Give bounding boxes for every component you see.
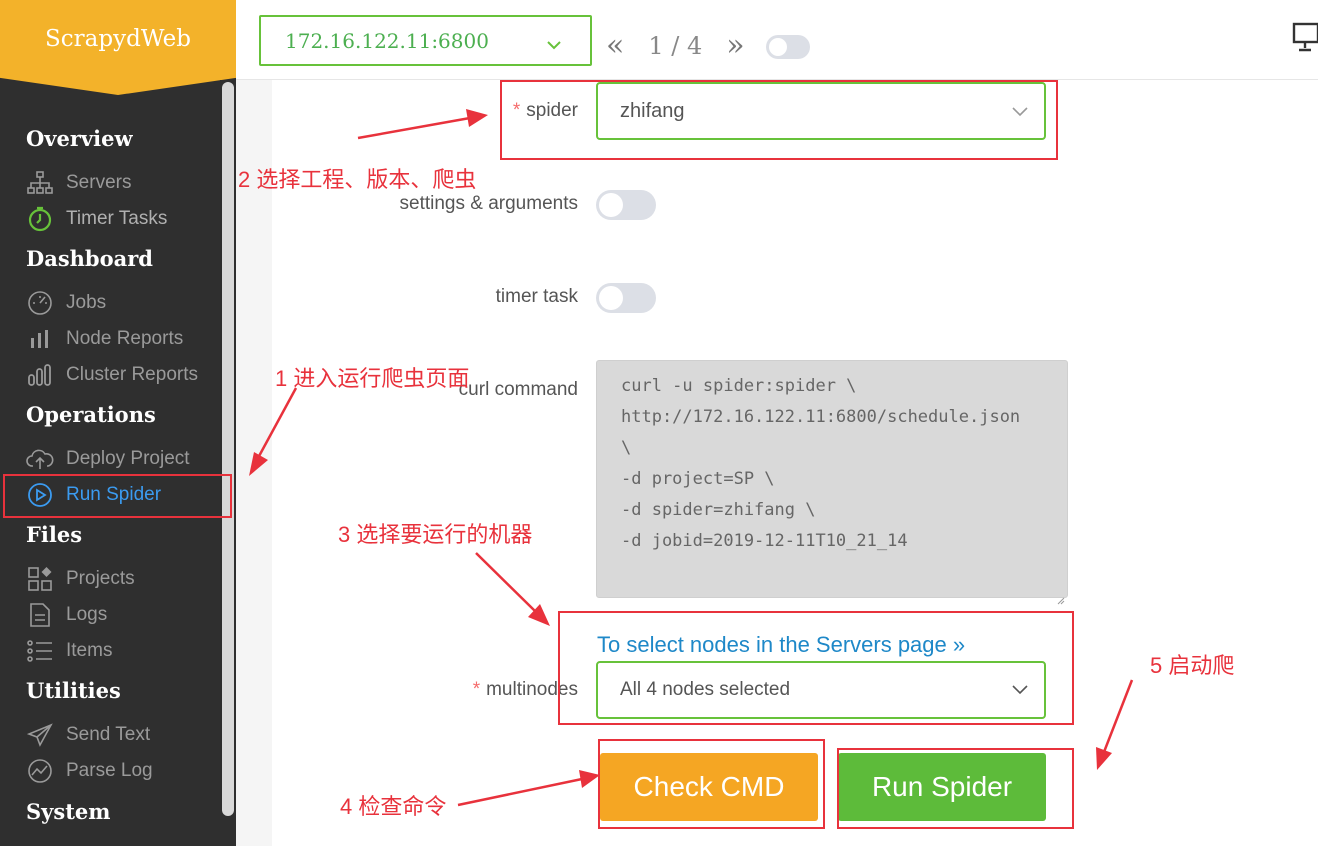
app-title: ScrapydWeb (45, 26, 191, 52)
sidebar-item-label: Cluster Reports (66, 364, 198, 385)
section-dashboard: Dashboard (26, 246, 153, 271)
annotation-step5: 5 启动爬 (1150, 653, 1235, 678)
chart-circle-icon (26, 758, 54, 784)
section-overview: Overview (26, 126, 133, 151)
node-select-value: 172.16.122.11:6800 (285, 28, 489, 53)
node-select[interactable]: 172.16.122.11:6800 (259, 15, 592, 66)
sidebar: ScrapydWeb Overview Servers Timer Tasks … (0, 0, 236, 846)
sidebar-item-label: Send Text (66, 724, 151, 745)
sidebar-item-projects[interactable]: Projects (26, 564, 135, 594)
sitemap-icon (26, 170, 54, 196)
sidebar-item-label: Servers (66, 172, 132, 193)
sidebar-item-label: Parse Log (66, 760, 153, 781)
node-page-count: 1 / 4 (648, 31, 703, 60)
sidebar-item-label: Deploy Project (66, 448, 190, 469)
annotation-box-check-cmd (598, 739, 825, 829)
monitor-icon[interactable] (1292, 22, 1318, 57)
curl-line: curl -u spider:spider \ (621, 376, 857, 396)
annotation-box-spider (500, 80, 1058, 160)
annotation-box-run-button (837, 748, 1074, 829)
grid-icon (26, 566, 54, 592)
section-operations: Operations (26, 402, 156, 427)
settings-arguments-switch[interactable] (596, 190, 656, 220)
bar-chart-icon (26, 326, 54, 352)
section-files: Files (26, 522, 83, 547)
annotation-step2: 2 选择工程、版本、爬虫 (238, 167, 477, 192)
sidebar-item-label: Node Reports (66, 328, 184, 349)
chevron-down-icon (546, 32, 562, 56)
timer-task-switch[interactable] (596, 283, 656, 313)
cluster-chart-icon (26, 362, 54, 388)
sidebar-item-items[interactable]: Items (26, 636, 112, 666)
sidebar-item-label: Items (66, 640, 113, 661)
node-pager: « 1 / 4 » (606, 28, 745, 63)
app-logo[interactable]: ScrapydWeb (0, 0, 236, 95)
list-icon (26, 638, 54, 664)
sidebar-item-label: Logs (66, 604, 108, 625)
prev-node-button[interactable]: « (606, 28, 624, 63)
sidebar-item-jobs[interactable]: Jobs (26, 288, 106, 318)
cloud-upload-icon (26, 446, 54, 472)
annotation-step3: 3 选择要运行的机器 (338, 522, 533, 547)
sidebar-item-timer-tasks[interactable]: Timer Tasks (26, 204, 167, 234)
sidebar-item-label: Jobs (66, 292, 107, 313)
sidebar-item-parse-log[interactable]: Parse Log (26, 756, 153, 786)
timer-task-label: timer task (495, 286, 578, 307)
curl-line: http://172.16.122.11:6800/schedule.json (621, 407, 1021, 427)
sidebar-item-label: Projects (66, 568, 135, 589)
curl-line: \ (621, 438, 632, 458)
paper-plane-icon (26, 722, 54, 748)
resize-handle-icon[interactable] (1055, 585, 1065, 605)
file-icon (26, 602, 54, 628)
sidebar-scrollbar-thumb[interactable] (222, 82, 234, 816)
next-node-button[interactable]: » (726, 28, 744, 63)
curl-line: -d project=SP \ (621, 469, 775, 489)
sidebar-item-deploy-project[interactable]: Deploy Project (26, 444, 190, 474)
curl-command-textarea[interactable]: curl -u spider:spider \ http://172.16.12… (596, 360, 1068, 605)
curl-line: -d jobid=2019-12-11T10_21_14 (621, 531, 908, 551)
sidebar-item-node-reports[interactable]: Node Reports (26, 324, 183, 354)
sidebar-item-servers[interactable]: Servers (26, 168, 131, 198)
top-bar: 172.16.122.11:6800 « 1 / 4 » (236, 0, 1318, 80)
section-system: System (26, 799, 111, 824)
annotation-step1: 1 进入运行爬虫页面 (275, 366, 470, 391)
gauge-icon (26, 290, 54, 316)
curl-line: -d spider=zhifang \ (621, 500, 816, 520)
section-utilities: Utilities (26, 678, 121, 703)
sidebar-item-label: Timer Tasks (66, 208, 168, 229)
sidebar-item-cluster-reports[interactable]: Cluster Reports (26, 360, 198, 390)
topbar-toggle[interactable] (766, 35, 810, 59)
timer-icon (26, 206, 54, 232)
annotation-box-run-spider (3, 474, 232, 518)
settings-arguments-label: settings & arguments (399, 193, 578, 214)
sidebar-item-logs[interactable]: Logs (26, 600, 107, 630)
sidebar-item-send-text[interactable]: Send Text (26, 720, 150, 750)
annotation-box-multinodes (558, 611, 1074, 725)
required-mark: * (472, 679, 481, 700)
annotation-step4: 4 检查命令 (340, 794, 447, 819)
